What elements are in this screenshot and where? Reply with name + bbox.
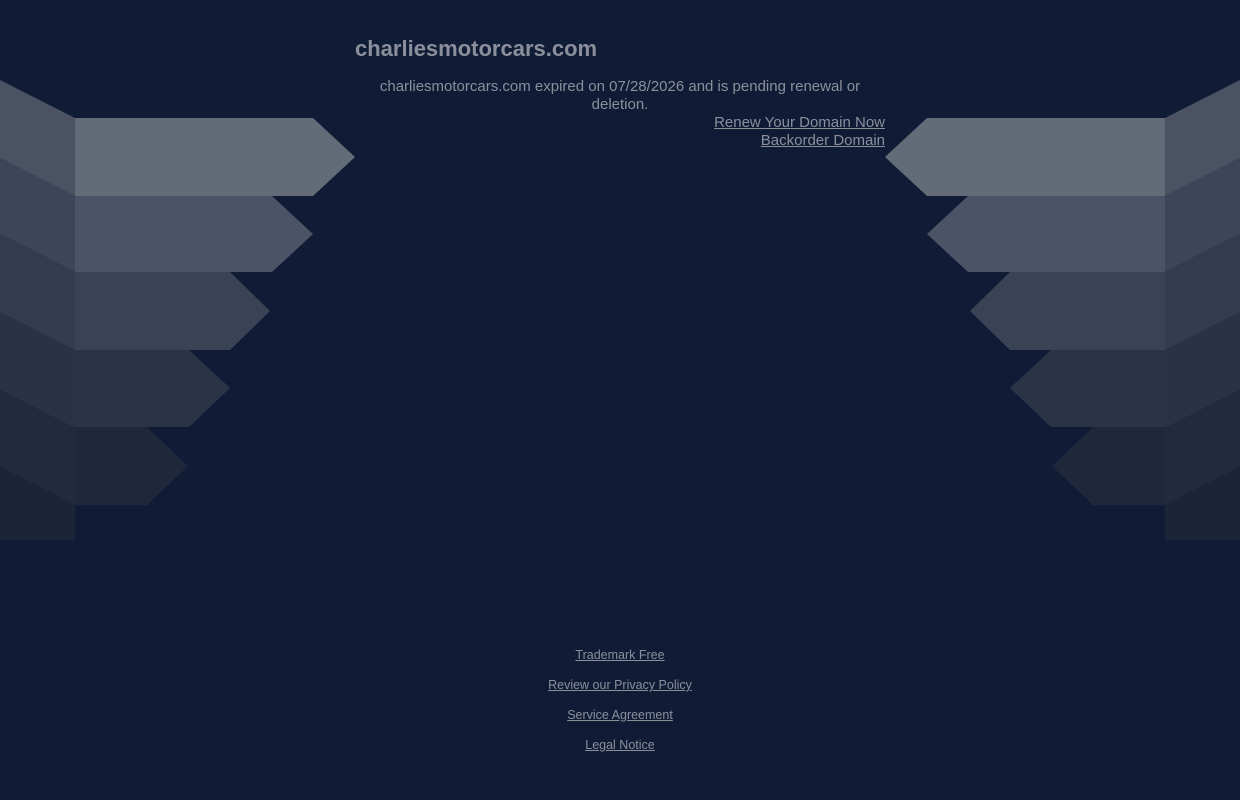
footer-item: Trademark Free	[0, 647, 1240, 677]
parked-domain-page: charliesmotorcars.com charliesmotorcars.…	[0, 0, 1240, 800]
footer-item: Review our Privacy Policy	[0, 677, 1240, 707]
privacy-policy-link[interactable]: Review our Privacy Policy	[548, 678, 692, 692]
backorder-row: Backorder Domain	[355, 132, 885, 150]
footer-item: Legal Notice	[0, 737, 1240, 767]
left-decoration	[0, 80, 355, 540]
service-agreement-link[interactable]: Service Agreement	[567, 708, 673, 722]
right-decoration	[885, 80, 1240, 540]
footer-links: Trademark Free Review our Privacy Policy…	[0, 647, 1240, 767]
domain-title: charliesmotorcars.com	[355, 36, 598, 61]
footer-item: Service Agreement	[0, 707, 1240, 737]
trademark-free-link[interactable]: Trademark Free	[575, 648, 664, 662]
expiry-message: charliesmotorcars.com expired on 07/28/2…	[379, 78, 861, 113]
domain-actions: Renew Your Domain Now Backorder Domain	[355, 114, 885, 150]
backorder-domain-link[interactable]: Backorder Domain	[761, 132, 885, 149]
renew-domain-link[interactable]: Renew Your Domain Now	[714, 114, 885, 131]
legal-notice-link[interactable]: Legal Notice	[585, 738, 655, 752]
renew-row: Renew Your Domain Now	[355, 114, 885, 132]
